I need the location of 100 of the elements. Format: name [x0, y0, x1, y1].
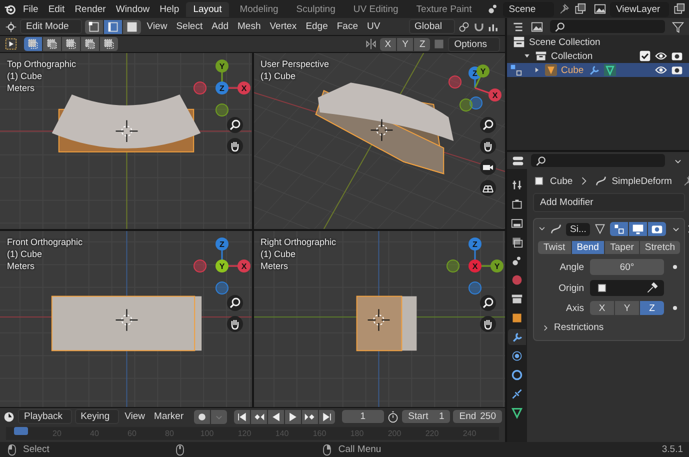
menu-item[interactable]: Marker	[151, 411, 187, 422]
link-icon[interactable]	[458, 20, 470, 32]
negative-axis-ball[interactable]	[470, 96, 482, 110]
axis-ball[interactable]: X	[237, 260, 250, 272]
image-icon[interactable]	[531, 20, 543, 32]
negative-axis-ball[interactable]	[448, 76, 462, 88]
selection-mode-button[interactable]	[62, 37, 80, 51]
hand-icon[interactable]	[480, 316, 496, 332]
negative-axis-ball[interactable]	[193, 82, 206, 94]
mirror-axis-button[interactable]: X	[380, 38, 396, 50]
deform-mode-tab[interactable]: Bend	[572, 241, 604, 254]
hand-icon[interactable]	[226, 316, 242, 332]
modifier-name-field[interactable]: Si...	[566, 222, 590, 236]
axis-ball[interactable]: X	[468, 260, 482, 272]
menu-item[interactable]: Playback	[18, 409, 72, 424]
workspace-tab[interactable]: Layout	[186, 2, 229, 16]
outliner-row[interactable]: Collection	[507, 49, 689, 63]
menu-item[interactable]: Keying	[74, 409, 119, 424]
workspace-tab[interactable]: Modeling	[232, 2, 286, 16]
image-icon[interactable]	[594, 3, 606, 15]
select-tool-icon[interactable]	[5, 38, 17, 50]
selection-mode-button[interactable]	[43, 37, 61, 51]
start-frame-field[interactable]: Start 1	[402, 410, 450, 423]
axis-button[interactable]: Z	[640, 301, 664, 315]
workspace-tab[interactable]: Sculpting	[289, 2, 342, 16]
menu-item[interactable]: View	[144, 21, 170, 32]
camera-icon[interactable]	[480, 159, 496, 175]
menu-item[interactable]: Edit	[45, 4, 68, 14]
filter-icon[interactable]	[672, 20, 684, 32]
workspace-tab[interactable]: UV Editing	[346, 2, 406, 16]
menu-item[interactable]: Edge	[302, 21, 331, 32]
axis-ball[interactable]: Z	[215, 82, 228, 94]
display-mode-icon[interactable]	[512, 20, 524, 32]
negative-axis-ball[interactable]	[215, 104, 228, 116]
outliner-row[interactable]: Scene Collection	[507, 35, 689, 49]
menu-item[interactable]: Window	[112, 4, 153, 14]
axis-button[interactable]: Y	[615, 301, 639, 315]
mirror-icon[interactable]	[364, 38, 377, 50]
render-toggle[interactable]	[648, 222, 666, 236]
blender-logo-icon[interactable]	[4, 3, 16, 15]
axis-ball[interactable]: X	[237, 82, 250, 94]
origin-field[interactable]	[590, 280, 664, 296]
menu-item[interactable]: View	[122, 411, 148, 422]
menu-item[interactable]: UV	[364, 21, 384, 32]
editor-type-icon[interactable]	[5, 20, 17, 32]
jump-end-button[interactable]	[318, 410, 335, 424]
deform-mode-tab[interactable]: Twist	[538, 241, 571, 254]
mirror-axis-button[interactable]: Y	[397, 38, 414, 50]
hand-icon[interactable]	[480, 138, 496, 154]
menu-item[interactable]: Help	[156, 4, 182, 14]
play-button[interactable]	[284, 410, 301, 424]
pin-icon[interactable]	[558, 3, 570, 15]
angle-field[interactable]: 60°	[590, 259, 664, 275]
next-keyframe-button[interactable]	[302, 410, 318, 424]
search-field[interactable]	[531, 154, 665, 167]
zoom-icon[interactable]	[226, 117, 242, 133]
axis-ball[interactable]: Y	[490, 260, 504, 272]
menu-item[interactable]: Render	[72, 4, 109, 14]
end-frame-field[interactable]: End 250	[453, 410, 502, 423]
menu-item[interactable]: Select	[173, 21, 206, 32]
mode-dropdown[interactable]: Edit Mode	[20, 19, 82, 34]
clock-icon[interactable]	[3, 410, 15, 422]
axis-ball[interactable]: Y	[476, 64, 490, 78]
menu-item[interactable]: Add	[208, 21, 232, 32]
menu-item[interactable]: Face	[334, 21, 361, 32]
outliner-row[interactable]: Cube	[507, 63, 689, 77]
copy-icon[interactable]	[673, 3, 685, 15]
record-button[interactable]	[194, 410, 210, 424]
selection-mode-button[interactable]	[24, 37, 42, 51]
options-dropdown[interactable]: Options	[448, 36, 500, 52]
stopwatch-icon[interactable]	[387, 410, 400, 422]
selection-mode-button[interactable]	[100, 37, 118, 51]
viewport[interactable]: Right Orthographic (1) Cube Meters Z X Y	[254, 231, 505, 407]
collapse-caret-icon[interactable]	[538, 225, 546, 233]
keyframe-dot[interactable]	[673, 306, 677, 310]
deform-mode-tab[interactable]: Taper	[605, 241, 639, 254]
realtime-toggle[interactable]	[629, 222, 648, 236]
restrictions-subpanel[interactable]: Restrictions	[538, 320, 680, 335]
viewport[interactable]: Front Orthographic (1) Cube Meters Z Y X	[0, 231, 252, 407]
negative-axis-ball[interactable]	[193, 260, 206, 272]
axis-ball[interactable]: Y	[215, 60, 228, 72]
mesh-data-icon[interactable]	[604, 64, 616, 76]
workspace-tab[interactable]: Texture Paint	[409, 2, 479, 16]
camera-icon[interactable]	[671, 64, 683, 76]
checkbox[interactable]	[639, 50, 651, 62]
eye-icon[interactable]	[655, 64, 667, 76]
axis-ball[interactable]: Z	[215, 238, 228, 250]
keyframe-dot[interactable]	[673, 265, 677, 269]
play-reverse-button[interactable]	[268, 410, 284, 424]
wrench-icon[interactable]	[588, 64, 600, 76]
hand-icon[interactable]	[226, 138, 242, 154]
add-modifier-dropdown[interactable]: Add Modifier	[533, 193, 685, 212]
copy-icon[interactable]	[574, 3, 586, 15]
view-layer-field[interactable]: ViewLayer	[610, 2, 669, 16]
select-mode-button[interactable]	[104, 20, 122, 34]
disclosure-triangle-icon[interactable]	[523, 52, 531, 60]
scene-field[interactable]: Scene	[502, 2, 554, 16]
negative-axis-ball[interactable]	[446, 260, 460, 272]
axis-ball[interactable]: Y	[215, 260, 228, 272]
viewport[interactable]: Top Orthographic (1) Cube Meters Y Z X	[0, 53, 252, 229]
